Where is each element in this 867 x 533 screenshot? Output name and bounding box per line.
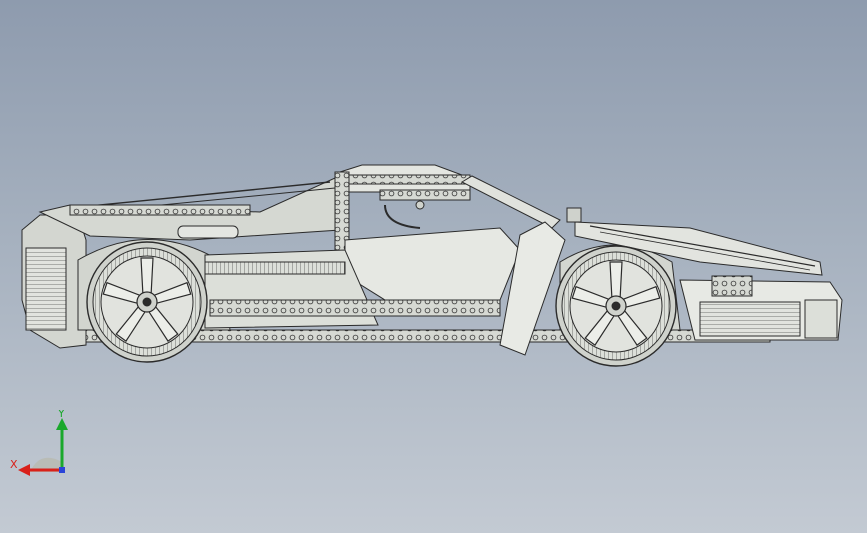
- engine-cylinder: [177, 225, 239, 239]
- front-grille: [699, 301, 801, 337]
- car-model-side-view[interactable]: [0, 0, 867, 533]
- rear-wheel: [86, 241, 208, 363]
- front-wheel: [555, 245, 677, 367]
- windshield-strut: [460, 175, 561, 229]
- sill-beam: [209, 299, 501, 317]
- roof-beam: [339, 174, 471, 185]
- side-mirror: [566, 207, 582, 223]
- z-axis-marker-icon: [59, 467, 65, 473]
- y-axis-label: Y: [57, 410, 65, 420]
- side-ribbing: [204, 261, 346, 275]
- front-splitter: [804, 299, 838, 339]
- rear-light-panel: [25, 247, 67, 331]
- x-axis-label: X: [10, 458, 18, 471]
- door-panel: [344, 227, 521, 301]
- cad-graphics-viewport[interactable]: Y X: [0, 0, 867, 533]
- coordinate-triad[interactable]: Y X: [10, 410, 80, 480]
- steering-column: [379, 189, 471, 201]
- rear-wing-rods: [69, 204, 251, 216]
- headlight-block: [711, 275, 753, 297]
